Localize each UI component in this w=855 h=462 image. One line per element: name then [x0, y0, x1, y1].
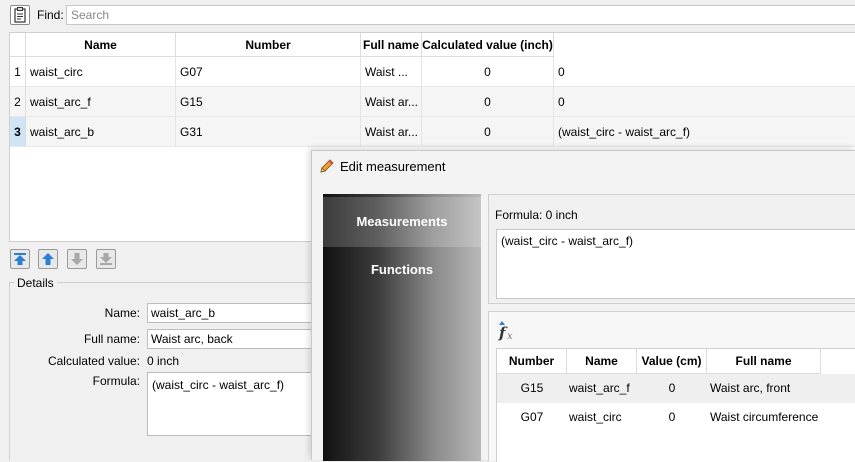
column-header-name[interactable]: Name: [26, 33, 176, 57]
search-input[interactable]: [66, 5, 855, 25]
functions-panel: f x Number Name Value (cm) Full name G15…: [488, 311, 855, 462]
move-up-button[interactable]: [38, 249, 58, 269]
cell-full-name: Waist ...: [361, 57, 422, 87]
full-name-label: Full name:: [83, 332, 140, 346]
cell-name: waist_circ: [26, 57, 176, 87]
clipboard-icon[interactable]: [10, 5, 30, 25]
move-top-button[interactable]: [10, 249, 30, 269]
formula-panel: Formula: 0 inch (waist_circ - waist_arc_…: [488, 194, 855, 304]
row-number: 1: [10, 57, 26, 87]
svg-text:x: x: [507, 331, 513, 342]
row-number: 3: [10, 117, 26, 147]
table-row-selected[interactable]: 3 waist_arc_b G31 Waist ar... 0 (waist_c…: [10, 117, 855, 147]
column-header-number[interactable]: Number: [176, 33, 361, 57]
find-bar: Find:: [0, 0, 855, 30]
table-row[interactable]: G07 waist_circ 0 Waist circumference: [497, 403, 855, 432]
table-row[interactable]: 2 waist_arc_f G15 Waist ar... 0 0: [10, 87, 855, 117]
formula-editor[interactable]: (waist_circ - waist_arc_f): [496, 229, 855, 299]
move-up-icon: [42, 253, 54, 265]
table-row[interactable]: G15 waist_arc_f 0 Waist arc, front: [497, 374, 855, 403]
find-label: Find:: [37, 8, 64, 22]
dialog-sidebar: Measurements Functions: [323, 194, 481, 461]
cell-full-name: Waist ar...: [361, 117, 422, 147]
sidebar-item-functions[interactable]: Functions: [323, 245, 481, 295]
sidebar-item-measurements[interactable]: Measurements: [323, 197, 481, 247]
dialog-title: Edit measurement: [340, 159, 446, 174]
cell-full-name: Waist arc, front: [710, 381, 791, 395]
cell-number: G15: [176, 87, 361, 117]
functions-table: Number Name Value (cm) Full name G15 wai…: [496, 348, 855, 462]
pencil-icon: [319, 158, 335, 174]
move-top-icon: [14, 253, 26, 265]
cell-name: waist_arc_f: [26, 87, 176, 117]
table-row[interactable]: 1 waist_circ G07 Waist ... 0 0: [10, 57, 855, 87]
cell-formula: 0: [554, 87, 855, 117]
column-header-name[interactable]: Name: [567, 349, 637, 374]
column-header-number[interactable]: Number: [497, 349, 567, 374]
cell-value: 0: [422, 57, 554, 87]
move-bottom-icon: [100, 253, 112, 265]
fx-icon[interactable]: f x: [497, 320, 519, 342]
calculated-value-label: Calculated value:: [47, 354, 140, 368]
cell-name: waist_circ: [569, 410, 622, 424]
cell-name: waist_arc_f: [569, 381, 630, 395]
details-group: Name: waist_arc_b Full name: Waist arc, …: [9, 282, 330, 460]
column-header-calculated-value[interactable]: Calculated value (inch): [422, 33, 554, 57]
corner-header: [10, 33, 26, 57]
move-bottom-button[interactable]: [96, 249, 116, 269]
calculated-value: 0 inch: [147, 354, 180, 368]
formula-field[interactable]: (waist_circ - waist_arc_f): [147, 372, 330, 436]
name-label: Name:: [104, 306, 140, 320]
edit-measurement-dialog: Edit measurement Measurements Functions …: [311, 150, 855, 462]
formula-result-label: Formula: 0 inch: [495, 208, 578, 222]
cell-formula: 0: [554, 57, 855, 87]
cell-value: 0: [668, 381, 676, 395]
dialog-titlebar[interactable]: Edit measurement: [312, 151, 855, 181]
cell-value: 0: [668, 410, 676, 424]
formula-label: Formula:: [92, 374, 140, 388]
cell-value: 0: [422, 117, 554, 147]
column-header-full-name[interactable]: Full name: [707, 349, 821, 374]
details-title: Details: [14, 276, 57, 290]
move-down-button[interactable]: [67, 249, 87, 269]
cell-number: G15: [520, 381, 544, 395]
cell-full-name: Waist ar...: [361, 87, 422, 117]
name-field[interactable]: waist_arc_b: [147, 303, 330, 323]
cell-number: G07: [176, 57, 361, 87]
full-name-field[interactable]: Waist arc, back: [147, 329, 330, 349]
move-down-icon: [71, 253, 83, 265]
cell-full-name: Waist circumference: [710, 410, 819, 424]
cell-value: 0: [422, 87, 554, 117]
cell-formula: (waist_circ - waist_arc_f): [554, 117, 855, 147]
column-header-value[interactable]: Value (cm): [637, 349, 707, 374]
row-number: 2: [10, 87, 26, 117]
cell-number: G07: [520, 410, 544, 424]
column-header-full-name[interactable]: Full name: [361, 33, 422, 57]
cell-number: G31: [176, 117, 361, 147]
cell-name: waist_arc_b: [26, 117, 176, 147]
